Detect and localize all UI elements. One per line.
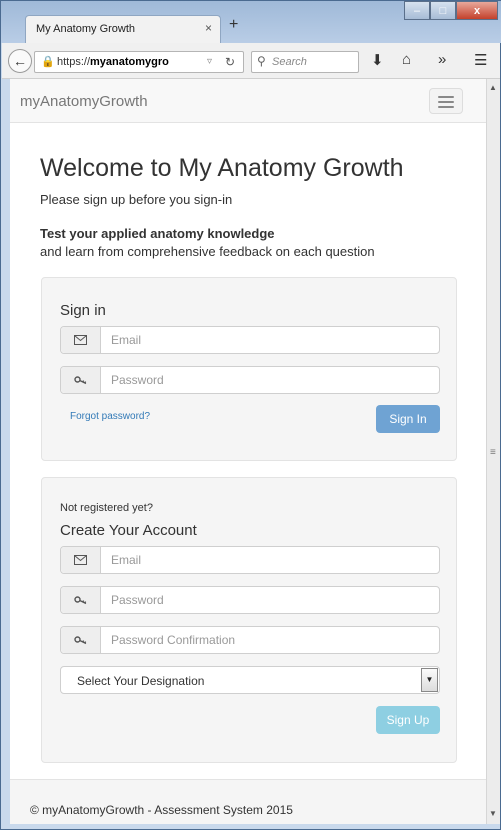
- page-title: Welcome to My Anatomy Growth: [40, 154, 404, 182]
- home-icon[interactable]: ⌂: [402, 51, 411, 68]
- signin-button[interactable]: Sign In: [376, 405, 440, 433]
- footer-copyright: © myAnatomyGrowth - Assessment System 20…: [30, 803, 293, 817]
- signup-email-input[interactable]: Email: [111, 553, 141, 567]
- chevron-down-icon[interactable]: ▼: [421, 668, 438, 692]
- tagline-text: and learn from comprehensive feedback on…: [40, 244, 375, 259]
- forgot-password-link[interactable]: Forgot password?: [70, 411, 150, 422]
- brand-logo[interactable]: myAnatomyGrowth: [20, 93, 148, 110]
- signup-title: Create Your Account: [60, 522, 197, 539]
- menu-icon[interactable]: ☰: [474, 51, 487, 69]
- tab-close-icon[interactable]: ×: [205, 21, 212, 35]
- reload-icon[interactable]: ↻: [225, 55, 235, 69]
- tab-title: My Anatomy Growth: [36, 23, 136, 35]
- search-bar[interactable]: ⚲ Search: [251, 51, 359, 73]
- signin-panel: Sign in Email Password Forgot password? …: [41, 277, 457, 461]
- key-icon: [61, 587, 101, 613]
- url-dropdown-icon[interactable]: ▿: [207, 56, 212, 67]
- hamburger-bar: [438, 96, 454, 98]
- signup-email-field[interactable]: Email: [60, 546, 440, 574]
- new-tab-button[interactable]: +: [229, 16, 238, 34]
- signin-email-input[interactable]: Email: [111, 333, 141, 347]
- page-viewport: myAnatomyGrowth Welcome to My Anatomy Gr…: [10, 79, 486, 824]
- designation-selected-value: Select Your Designation: [77, 674, 205, 688]
- hamburger-bar: [438, 106, 454, 108]
- envelope-icon: [61, 327, 101, 353]
- envelope-icon: [61, 547, 101, 573]
- address-bar[interactable]: 🔒 https://myanatomygro ▿ ↻: [34, 51, 244, 73]
- hamburger-menu-button[interactable]: [429, 88, 463, 114]
- window-controls: – □ x: [404, 1, 498, 21]
- app-navbar: myAnatomyGrowth: [10, 79, 486, 123]
- scroll-up-arrow-icon[interactable]: ▲: [489, 83, 497, 92]
- title-bar: My Anatomy Growth × + – □ x: [1, 1, 501, 43]
- not-registered-text: Not registered yet?: [60, 502, 153, 514]
- scroll-down-arrow-icon[interactable]: ▼: [489, 809, 497, 818]
- overflow-chevron-icon[interactable]: »: [438, 51, 446, 68]
- tagline-heading: Test your applied anatomy knowledge: [40, 226, 275, 241]
- signin-password-field[interactable]: Password: [60, 366, 440, 394]
- browser-toolbar: ← 🔒 https://myanatomygro ▿ ↻ ⚲ Search ⬇ …: [2, 43, 500, 79]
- search-input[interactable]: Search: [272, 56, 307, 68]
- maximize-button[interactable]: □: [430, 1, 456, 20]
- page-subtitle: Please sign up before you sign-in: [40, 192, 233, 207]
- scroll-grip-icon[interactable]: ≡: [490, 447, 496, 458]
- designation-select[interactable]: Select Your Designation ▼: [60, 666, 440, 694]
- key-icon: [61, 627, 101, 653]
- signup-panel: Not registered yet? Create Your Account …: [41, 477, 457, 763]
- vertical-scrollbar[interactable]: ▲ ≡ ▼: [486, 79, 500, 824]
- url-text: https://myanatomygro: [57, 56, 169, 68]
- download-icon[interactable]: ⬇: [371, 51, 384, 69]
- signin-title: Sign in: [60, 302, 106, 319]
- signin-password-input[interactable]: Password: [111, 373, 164, 387]
- minimize-button[interactable]: –: [404, 1, 430, 20]
- key-icon: [61, 367, 101, 393]
- lock-icon: 🔒: [41, 56, 55, 68]
- signup-password-field[interactable]: Password: [60, 586, 440, 614]
- signup-button[interactable]: Sign Up: [376, 706, 440, 734]
- signup-password-input[interactable]: Password: [111, 593, 164, 607]
- browser-tab[interactable]: My Anatomy Growth ×: [25, 15, 221, 43]
- signin-email-field[interactable]: Email: [60, 326, 440, 354]
- signup-password-confirm-field[interactable]: Password Confirmation: [60, 626, 440, 654]
- back-arrow-icon[interactable]: ←: [8, 49, 32, 73]
- close-window-button[interactable]: x: [456, 1, 498, 20]
- browser-window: My Anatomy Growth × + – □ x ← 🔒 https://…: [0, 0, 501, 830]
- search-icon: ⚲: [257, 54, 266, 68]
- page-footer: © myAnatomyGrowth - Assessment System 20…: [10, 779, 486, 824]
- hamburger-bar: [438, 101, 454, 103]
- signup-password-confirm-input[interactable]: Password Confirmation: [111, 633, 235, 647]
